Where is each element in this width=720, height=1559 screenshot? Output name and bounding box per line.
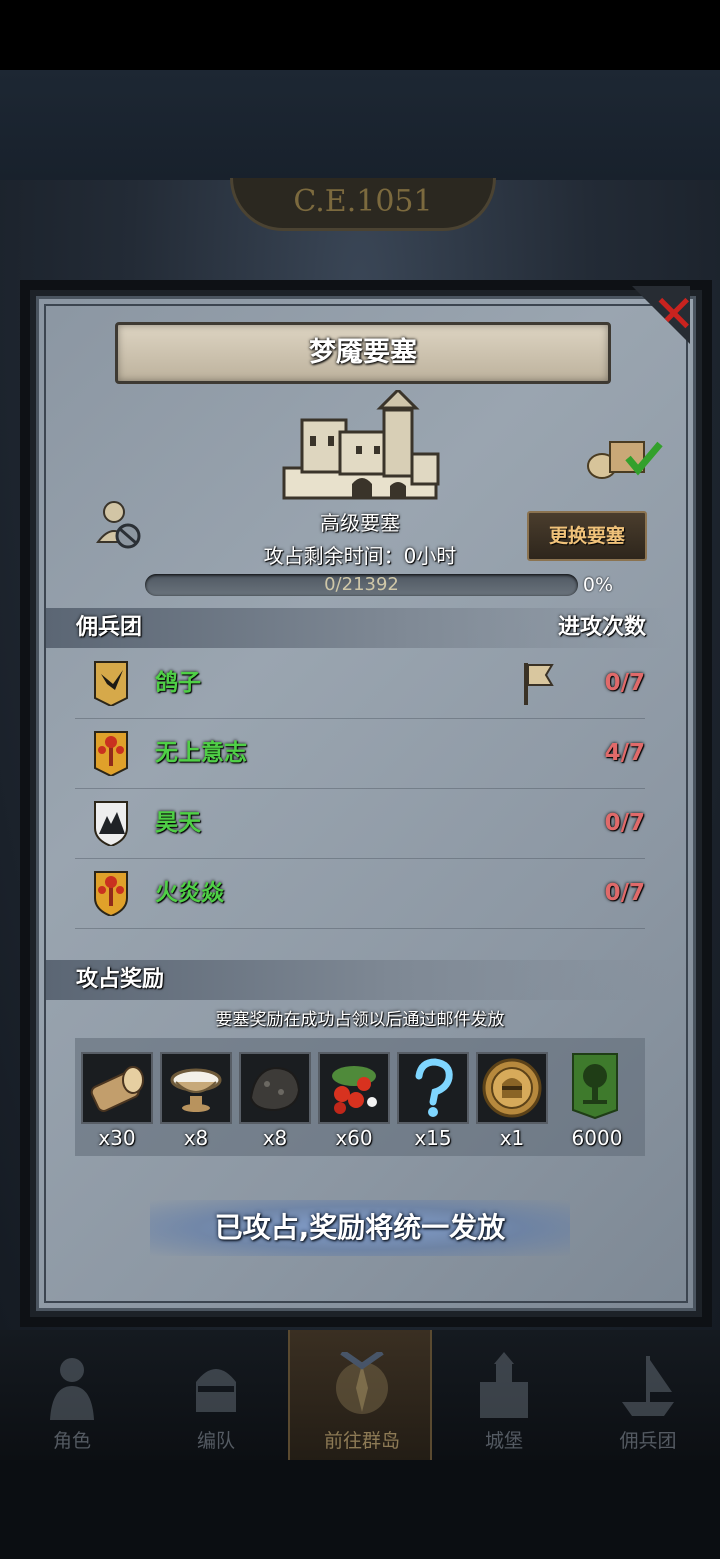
capture-status-text: 已攻占,奖励将统一发放: [214, 1211, 506, 1244]
era-label: C.E.1051: [293, 184, 433, 219]
mountain-shield-icon: [94, 801, 128, 846]
mercenary-name: 昊天: [155, 810, 201, 836]
nav-label: 佣兵团: [619, 1430, 677, 1452]
torch-banner-icon: [94, 731, 128, 776]
status-bar-area: [0, 0, 720, 70]
mercenary-row[interactable]: 昊天 0/7: [75, 788, 645, 859]
attack-count: 0/7: [604, 810, 645, 836]
progress-percent: 0%: [582, 574, 614, 596]
era-dial: C.E.1051: [230, 178, 496, 231]
nav-label: 城堡: [484, 1430, 523, 1452]
bottom-nav: 角色 编队 前往群岛 城堡 佣兵团: [0, 1330, 720, 1460]
knight-helmet-coin-icon: [482, 1058, 542, 1118]
nav-item-formation[interactable]: 编队: [144, 1330, 288, 1460]
mercenary-row[interactable]: 无上意志 4/7: [75, 718, 645, 789]
castle-nav-icon: [480, 1352, 528, 1418]
reward-item[interactable]: x1: [476, 1052, 548, 1158]
berries-icon: [332, 1066, 377, 1114]
reward-item[interactable]: x15: [397, 1052, 469, 1158]
nav-item-islands[interactable]: 前往群岛: [288, 1330, 432, 1460]
knight-icon: [50, 1358, 94, 1420]
mercenary-row[interactable]: 火炎焱 0/7: [75, 858, 645, 929]
rewards-header-label: 攻占奖励: [76, 967, 165, 992]
reward-item[interactable]: x30: [81, 1052, 153, 1158]
reward-qty: 6000: [571, 1126, 623, 1150]
reward-item[interactable]: x8: [239, 1052, 311, 1158]
mystery-question-icon: [415, 1058, 453, 1117]
nav-item-mercenary[interactable]: 佣兵团: [576, 1330, 720, 1460]
progress-text: 0/21392: [324, 574, 399, 595]
compass-icon: [336, 1352, 388, 1414]
mercenary-name: 无上意志: [155, 740, 247, 766]
background-band: [0, 70, 720, 180]
ship-icon: [622, 1356, 674, 1416]
tree-banner-icon: [572, 1053, 618, 1120]
mercenary-header-label: 佣兵团: [76, 615, 143, 640]
wood-log-icon: [90, 1066, 144, 1112]
nav-item-castle[interactable]: 城堡: [432, 1330, 576, 1460]
ore-icon: [249, 1066, 301, 1112]
time-label: 攻占剩余时间：: [263, 544, 404, 568]
mercenary-name: 火炎焱: [155, 880, 224, 906]
bowl-icon: [170, 1068, 222, 1112]
bottom-padding: [0, 1460, 720, 1559]
reward-item[interactable]: x8: [160, 1052, 232, 1158]
reward-note: 要塞奖励在成功占领以后通过邮件发放: [215, 1010, 505, 1030]
nav-label: 编队: [196, 1430, 235, 1452]
mercenary-name: 鸽子: [155, 670, 201, 696]
change-fortress-label: 更换要塞: [548, 525, 625, 547]
attack-count: 4/7: [604, 740, 645, 766]
dialog-title: 梦魇要塞: [309, 337, 417, 368]
reward-item[interactable]: 6000: [561, 1052, 633, 1158]
nav-item-role[interactable]: 角色: [0, 1330, 144, 1460]
rewards-section-header: 攻占奖励: [46, 960, 672, 1000]
mercenary-section-header: 佣兵团 进攻次数: [46, 608, 672, 648]
attack-count: 0/7: [604, 670, 645, 696]
mercenary-row[interactable]: 鸽子 0/7: [75, 648, 645, 719]
change-fortress-button[interactable]: 更换要塞: [527, 511, 647, 561]
no-avatar-icon[interactable]: [96, 498, 142, 550]
flag-icon: [524, 663, 554, 705]
dialog-title-banner: 梦魇要塞: [115, 322, 611, 384]
supply-check-icon[interactable]: [584, 430, 664, 480]
time-value: 0小时: [403, 544, 457, 568]
reward-item[interactable]: x60: [318, 1052, 390, 1158]
attack-count: 0/7: [604, 880, 645, 906]
bird-banner-icon: [94, 661, 128, 706]
rewards-strip: x30 x8 x8 x60 x15 x1 6000: [75, 1038, 645, 1156]
capture-status-bar: 已攻占,奖励将统一发放: [150, 1200, 570, 1256]
helmet-icon: [196, 1369, 236, 1412]
reward-qty: x1: [499, 1126, 525, 1150]
torch-banner-icon: [94, 871, 128, 916]
castle-icon: [282, 390, 440, 500]
nav-label: 前往群岛: [323, 1430, 400, 1452]
attack-count-header: 进攻次数: [557, 615, 646, 640]
nav-label: 角色: [52, 1430, 91, 1452]
